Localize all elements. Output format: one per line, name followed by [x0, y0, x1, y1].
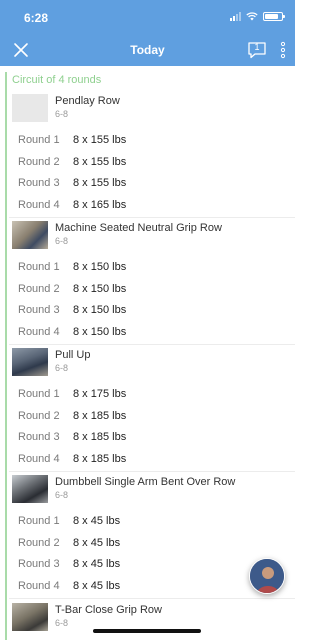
round-label: Round 3 [18, 304, 60, 316]
exercise-header[interactable]: T-Bar Close Grip Row 6-8 [9, 601, 295, 639]
exercise-thumbnail [12, 221, 48, 249]
round-value: 8 x 150 lbs [73, 304, 127, 316]
round-value: 8 x 175 lbs [73, 388, 127, 400]
exercise-reps: 6-8 [55, 618, 69, 628]
cellular-signal-icon [230, 12, 241, 21]
divider [9, 217, 295, 218]
round-label: Round 3 [18, 558, 60, 570]
round-label: Round 4 [18, 452, 60, 465]
round-value: 8 x 185 lbs [73, 452, 127, 465]
round-value: 8 x 45 lbs [73, 558, 121, 570]
exercise-thumbnail [12, 475, 48, 503]
round-value: 8 x 150 lbs [73, 261, 127, 273]
round-label: Round 2 [18, 282, 60, 295]
round-value: 8 x 45 lbs [73, 536, 121, 549]
exercise-thumbnail [12, 94, 48, 122]
exercise-header[interactable]: Pull Up 6-8 [9, 346, 295, 384]
exercise-name: Pull Up [55, 349, 91, 361]
round-label: Round 4 [18, 325, 60, 338]
coach-avatar-button[interactable] [249, 558, 285, 594]
exercise-header[interactable]: Dumbbell Single Arm Bent Over Row 6-8 [9, 473, 295, 511]
exercise-card[interactable]: Pendlay Row 6-8 Round 1 8 x 155 lbs Roun… [9, 92, 295, 218]
round-row[interactable]: Round 3 8 x 155 lbs [9, 173, 295, 195]
round-label: Round 2 [18, 155, 60, 168]
round-row[interactable]: Round 4 8 x 165 lbs [9, 195, 295, 217]
circuit-label: Circuit of 4 rounds [12, 74, 102, 86]
round-label: Round 1 [18, 261, 60, 273]
round-value: 8 x 45 lbs [73, 579, 121, 592]
round-value: 8 x 155 lbs [73, 134, 127, 146]
round-label: Round 1 [18, 134, 60, 146]
divider [9, 471, 295, 472]
round-row[interactable]: Round 1 8 x 175 lbs [9, 384, 295, 406]
wifi-icon [246, 12, 258, 21]
exercise-name: Pendlay Row [55, 95, 120, 107]
workout-list[interactable]: Circuit of 4 rounds Pendlay Row 6-8 Roun… [0, 66, 295, 640]
exercise-card[interactable]: Pull Up 6-8 Round 1 8 x 175 lbs Round 2 … [9, 346, 295, 472]
status-bar: 6:28 [0, 0, 295, 34]
round-label: Round 1 [18, 515, 60, 527]
exercise-name: T-Bar Close Grip Row [55, 604, 162, 616]
round-label: Round 3 [18, 431, 60, 443]
exercise-name: Dumbbell Single Arm Bent Over Row [55, 476, 236, 488]
round-row[interactable]: Round 3 8 x 185 lbs [9, 427, 295, 449]
round-label: Round 1 [18, 388, 60, 400]
round-label: Round 4 [18, 198, 60, 211]
exercise-thumbnail [12, 603, 48, 631]
exercise-card[interactable]: T-Bar Close Grip Row 6-8 [9, 601, 295, 639]
round-label: Round 3 [18, 177, 60, 189]
round-row[interactable]: Round 1 8 x 150 lbs [9, 257, 295, 279]
round-value: 8 x 155 lbs [73, 155, 127, 168]
round-value: 8 x 45 lbs [73, 515, 121, 527]
battery-icon [263, 12, 285, 21]
exercise-thumbnail [12, 348, 48, 376]
round-row[interactable]: Round 2 8 x 185 lbs [9, 406, 295, 428]
round-label: Round 4 [18, 579, 60, 592]
round-value: 8 x 165 lbs [73, 198, 127, 211]
exercise-header[interactable]: Pendlay Row 6-8 [9, 92, 295, 130]
exercise-reps: 6-8 [55, 236, 69, 246]
exercise-header[interactable]: Machine Seated Neutral Grip Row 6-8 [9, 219, 295, 257]
exercise-card[interactable]: Machine Seated Neutral Grip Row 6-8 Roun… [9, 219, 295, 345]
round-row[interactable]: Round 2 8 x 155 lbs [9, 152, 295, 174]
exercise-reps: 6-8 [55, 490, 69, 500]
status-icons [230, 12, 285, 21]
round-label: Round 2 [18, 536, 60, 549]
round-row[interactable]: Round 1 8 x 155 lbs [9, 130, 295, 152]
round-row[interactable]: Round 4 8 x 150 lbs [9, 322, 295, 344]
chat-count: 1 [254, 42, 260, 52]
round-row[interactable]: Round 1 8 x 45 lbs [9, 511, 295, 533]
more-vertical-icon[interactable] [280, 40, 286, 60]
round-value: 8 x 155 lbs [73, 177, 127, 189]
round-value: 8 x 150 lbs [73, 282, 127, 295]
exercise-name: Machine Seated Neutral Grip Row [55, 222, 222, 234]
circuit-indicator [5, 72, 7, 640]
exercise-reps: 6-8 [55, 109, 69, 119]
round-row[interactable]: Round 4 8 x 185 lbs [9, 449, 295, 471]
divider [9, 598, 295, 599]
nav-bar: Today 1 [0, 34, 295, 66]
status-time: 6:28 [24, 11, 49, 25]
exercise-reps: 6-8 [55, 363, 69, 373]
round-label: Round 2 [18, 409, 60, 422]
round-value: 8 x 185 lbs [73, 431, 127, 443]
home-indicator [93, 629, 201, 633]
round-row[interactable]: Round 2 8 x 150 lbs [9, 279, 295, 301]
round-row[interactable]: Round 3 8 x 150 lbs [9, 300, 295, 322]
round-row[interactable]: Round 2 8 x 45 lbs [9, 533, 295, 555]
round-value: 8 x 150 lbs [73, 325, 127, 338]
round-value: 8 x 185 lbs [73, 409, 127, 422]
divider [9, 344, 295, 345]
